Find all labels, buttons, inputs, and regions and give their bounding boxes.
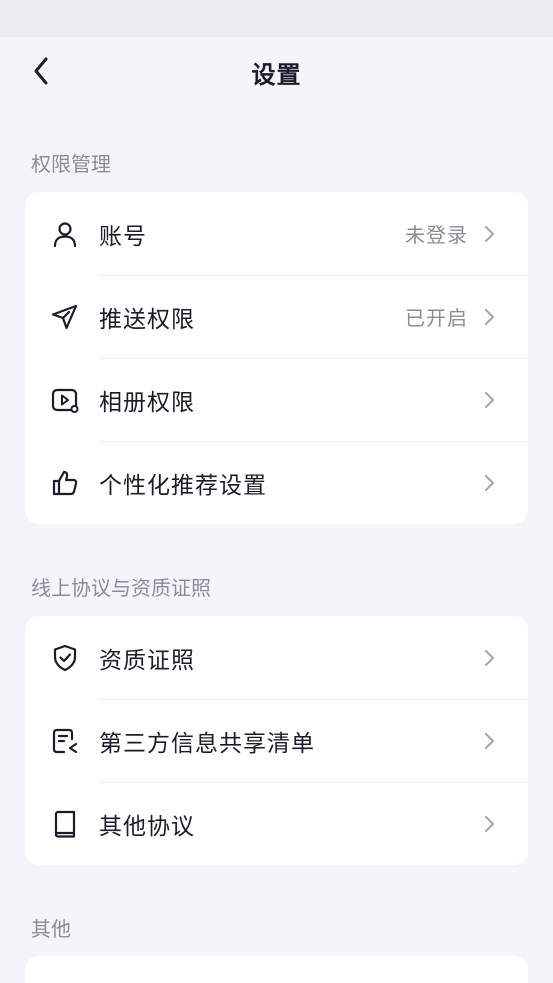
user-icon [25, 192, 99, 275]
account-status: 未登录 [405, 223, 468, 247]
album-permission-row[interactable]: 相册权限 [25, 358, 528, 441]
send-icon [25, 275, 99, 358]
page-title: 设置 [251, 60, 302, 89]
chevron-right-icon [478, 472, 500, 494]
section-title-others: 其他 [31, 917, 71, 941]
account-row[interactable]: 账号 未登录 [25, 192, 528, 275]
back-button[interactable] [26, 51, 56, 91]
album-icon [25, 358, 99, 441]
permissions-card: 账号 未登录 推送权限 已开启 相册权限 个性化推荐设置 [25, 192, 528, 524]
others-card [25, 956, 528, 983]
personalized-recommendation-label: 个性化推荐设置 [99, 472, 267, 499]
push-permission-status: 已开启 [405, 306, 468, 330]
chevron-right-icon [478, 389, 500, 411]
other-agreements-label: 其他协议 [99, 813, 195, 840]
status-bar [0, 0, 553, 37]
share-list-icon [25, 699, 99, 782]
other-agreements-row[interactable]: 其他协议 [25, 782, 528, 865]
thumbs-up-icon [25, 441, 99, 524]
shield-check-icon [25, 616, 99, 699]
chevron-right-icon [478, 813, 500, 835]
qualification-certificate-row[interactable]: 资质证照 [25, 616, 528, 699]
book-icon [25, 782, 99, 865]
personalized-recommendation-row[interactable]: 个性化推荐设置 [25, 441, 528, 524]
push-permission-label: 推送权限 [99, 306, 195, 333]
qualification-certificate-label: 资质证照 [99, 647, 195, 674]
chevron-right-icon [478, 223, 500, 245]
agreements-card: 资质证照 第三方信息共享清单 其他协议 [25, 616, 528, 865]
third-party-sharing-list-row[interactable]: 第三方信息共享清单 [25, 699, 528, 782]
album-permission-label: 相册权限 [99, 389, 195, 416]
account-label: 账号 [99, 223, 147, 250]
section-title-permissions: 权限管理 [31, 152, 111, 176]
push-permission-row[interactable]: 推送权限 已开启 [25, 275, 528, 358]
third-party-sharing-list-label: 第三方信息共享清单 [99, 730, 315, 757]
nav-bar: 设置 [0, 37, 553, 107]
chevron-right-icon [478, 647, 500, 669]
chevron-right-icon [478, 730, 500, 752]
back-arrow-icon [34, 57, 48, 85]
chevron-right-icon [478, 306, 500, 328]
section-title-agreements: 线上协议与资质证照 [31, 576, 211, 600]
